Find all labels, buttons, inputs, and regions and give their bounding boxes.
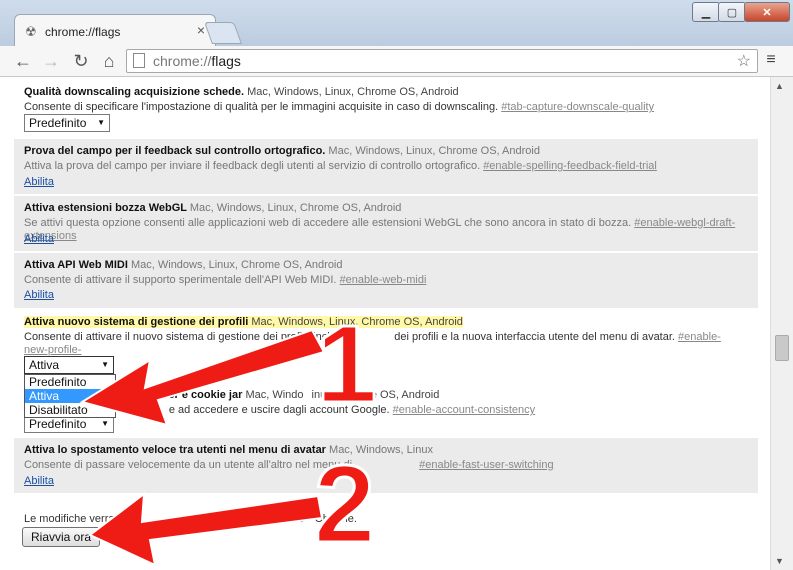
enable-link[interactable]: Abilita bbox=[24, 176, 54, 188]
select-value: Predefinito bbox=[29, 417, 87, 431]
experiment-downscale-quality: Qualità downscaling acquisizione schede.… bbox=[14, 80, 758, 137]
description-head: Il bbox=[118, 404, 124, 416]
experiment-hash-link[interactable]: #enable-web-midi bbox=[340, 274, 427, 286]
experiment-webgl-draft: Attiva estensioni bozza WebGL Mac, Windo… bbox=[14, 196, 758, 252]
page-icon bbox=[133, 53, 145, 68]
experiment-platforms: Mac, Windows, Linux, Chrome OS, Android bbox=[328, 145, 540, 157]
quality-select[interactable]: Predefinito ▼ bbox=[24, 114, 110, 132]
experiment-platforms: Mac, Windows, Linux bbox=[329, 444, 433, 456]
experiment-hash-link[interactable]: #enable-fast-user-switching bbox=[419, 459, 554, 471]
title-bar: ☢ chrome://flags × ▁ ▢ ✕ bbox=[0, 0, 793, 47]
experiment-account-consistency: browser e cookie jar Mac, Windo inux, Chr… bbox=[14, 383, 758, 436]
experiment-name: Attiva lo spostamento veloce tra utenti … bbox=[24, 444, 433, 456]
option-disabled[interactable]: Disabilitato bbox=[25, 403, 115, 417]
experiment-hash-link[interactable]: #tab-capture-downscale-quality bbox=[501, 101, 654, 113]
experiment-description: Attiva la prova del campo per inviare il… bbox=[24, 160, 744, 173]
maximize-button[interactable]: ▢ bbox=[718, 2, 746, 22]
tab-flags[interactable]: ☢ chrome://flags × bbox=[14, 14, 216, 47]
experiment-description: Il bo e ad accedere e uscire dagli accoun… bbox=[118, 404, 738, 417]
experiment-title-tail: browser e cookie jar bbox=[136, 389, 243, 401]
experiment-name: Qualità downscaling acquisizione schede.… bbox=[24, 86, 459, 98]
reload-icon[interactable]: ↻ bbox=[70, 51, 92, 71]
description-text: Consente di attivare il nuovo sistema di… bbox=[24, 331, 358, 343]
experiment-web-midi: Attiva API Web MIDI Mac, Windows, Linux,… bbox=[14, 253, 758, 309]
experiment-platforms: Mac, Windo bbox=[245, 389, 304, 401]
experiment-name: Attiva nuovo sistema di gestione dei pro… bbox=[24, 316, 463, 328]
highlighted-title: Attiva nuovo sistema di gestione dei pro… bbox=[24, 316, 463, 328]
scroll-thumb[interactable] bbox=[775, 335, 789, 361]
option-enabled[interactable]: Attiva bbox=[25, 389, 115, 403]
experiment-description: Consente di specificare l'impostazione d… bbox=[24, 101, 744, 114]
radiation-icon: ☢ bbox=[25, 24, 37, 39]
description-text: Se attivi questa opzione consenti alle a… bbox=[24, 217, 632, 229]
option-default[interactable]: Predefinito bbox=[25, 375, 115, 389]
enable-link[interactable]: Abilita bbox=[24, 289, 54, 301]
relaunch-note: Le modifiche verra l Goo Chrome. bbox=[24, 513, 357, 525]
dropdown-arrow-icon: ▼ bbox=[101, 360, 109, 369]
experiment-title: Attiva lo spostamento veloce tra utenti … bbox=[24, 444, 326, 456]
tab-close-icon[interactable]: × bbox=[197, 22, 205, 38]
experiment-new-profile-management: Attiva nuovo sistema di gestione dei pro… bbox=[14, 310, 758, 382]
description-tail: dei profili e la nuova interfaccia utent… bbox=[394, 331, 675, 343]
url-text: chrome://flags bbox=[153, 53, 241, 69]
dropdown-arrow-icon: ▼ bbox=[101, 419, 109, 428]
experiment-description: Se attivi questa opzione consenti alle a… bbox=[24, 217, 744, 243]
experiment-title: Prova del campo per il feedback sul cont… bbox=[24, 145, 326, 157]
experiment-name: Attiva estensioni bozza WebGL Mac, Windo… bbox=[24, 202, 401, 214]
select-value: Attiva bbox=[29, 358, 60, 372]
description-text: bo bbox=[126, 404, 139, 416]
url-path: flags bbox=[211, 53, 241, 69]
home-icon[interactable]: ⌂ bbox=[98, 51, 120, 71]
experiment-fast-user-switching: Attiva lo spostamento veloce tra utenti … bbox=[14, 438, 758, 494]
experiment-title: Attiva estensioni bozza WebGL bbox=[24, 202, 187, 214]
enable-link[interactable]: Abilita bbox=[24, 475, 54, 487]
relaunch-button[interactable]: Riavvia ora bbox=[22, 527, 100, 547]
address-bar[interactable]: chrome://flags ☆ bbox=[126, 49, 758, 73]
experiment-title: Qualità downscaling acquisizione schede. bbox=[24, 86, 245, 98]
scroll-down-arrow-icon[interactable]: ▼ bbox=[775, 556, 784, 566]
minimize-button[interactable]: ▁ bbox=[692, 2, 720, 22]
experiment-platforms: Mac, Windows, Linux, Chrome OS, Android bbox=[251, 316, 463, 328]
select-value: Predefinito bbox=[29, 116, 87, 130]
experiment-hash-link[interactable]: #enable-spelling-feedback-field-trial bbox=[483, 160, 657, 172]
experiment-name: Prova del campo per il feedback sul cont… bbox=[24, 145, 540, 157]
experiment-hash-link[interactable]: #enable-account-consistency bbox=[393, 404, 535, 416]
description-text: Attiva la prova del campo per inviare il… bbox=[24, 160, 481, 172]
forward-arrow-icon[interactable]: → bbox=[40, 51, 62, 71]
vertical-scrollbar[interactable]: ▲ ▼ bbox=[770, 77, 793, 570]
enable-link[interactable]: Abilita bbox=[24, 233, 54, 245]
description-tail: e ad accedere e uscire dagli account Goo… bbox=[168, 404, 390, 416]
menu-hamburger-icon[interactable]: ≡ bbox=[763, 52, 779, 68]
experiment-description: Consente di attivare il supporto sperime… bbox=[24, 274, 744, 287]
window-close-button[interactable]: ✕ bbox=[744, 2, 790, 22]
experiment-platforms: Mac, Windows, Linux, Chrome OS, Android bbox=[247, 86, 459, 98]
note-last: Chrome. bbox=[314, 513, 357, 525]
experiment-platforms-tail: inux, Chrome OS, Android bbox=[311, 389, 440, 401]
note-end: l Goo bbox=[278, 513, 305, 525]
experiment-title: Attiva API Web MIDI bbox=[24, 259, 128, 271]
experiment-name: Attiva API Web MIDI Mac, Windows, Linux,… bbox=[24, 259, 343, 271]
description-text: Consente di specificare l'impostazione d… bbox=[24, 101, 499, 113]
bookmark-star-icon[interactable]: ☆ bbox=[737, 51, 751, 71]
description-text: Consente di attivare il supporto sperime… bbox=[24, 274, 337, 286]
experiment-platforms: Mac, Windows, Linux, Chrome OS, Android bbox=[189, 202, 402, 214]
scroll-up-arrow-icon[interactable]: ▲ bbox=[775, 81, 784, 91]
dropdown-arrow-icon: ▼ bbox=[97, 118, 105, 127]
experiment-spelling-feedback: Prova del campo per il feedback sul cont… bbox=[14, 139, 758, 195]
url-scheme: chrome:// bbox=[153, 53, 212, 69]
experiment-platforms: Mac, Windows, Linux, Chrome OS, Android bbox=[130, 259, 343, 271]
experiment-name: browser e cookie jar Mac, Windo inux, Chr… bbox=[136, 389, 439, 401]
tab-title: chrome://flags bbox=[45, 25, 121, 39]
experiment-description: Consente di passare velocemente da un ut… bbox=[24, 459, 744, 472]
experiment-description: Consente di attivare il nuovo sistema di… bbox=[24, 331, 744, 370]
back-arrow-icon[interactable]: ← bbox=[12, 51, 34, 71]
experiment-title: Attiva nuovo sistema di gestione dei pro… bbox=[24, 316, 249, 328]
select-options-list: Predefinito Attiva Disabilitato bbox=[24, 374, 116, 418]
note-start: Le modifiche verra bbox=[24, 513, 115, 525]
description-text: Consente di passare velocemente da un ut… bbox=[24, 459, 353, 471]
profile-management-select[interactable]: Attiva ▼ bbox=[24, 356, 114, 374]
toolbar: ← → ↻ ⌂ chrome://flags ☆ ≡ bbox=[0, 46, 793, 77]
